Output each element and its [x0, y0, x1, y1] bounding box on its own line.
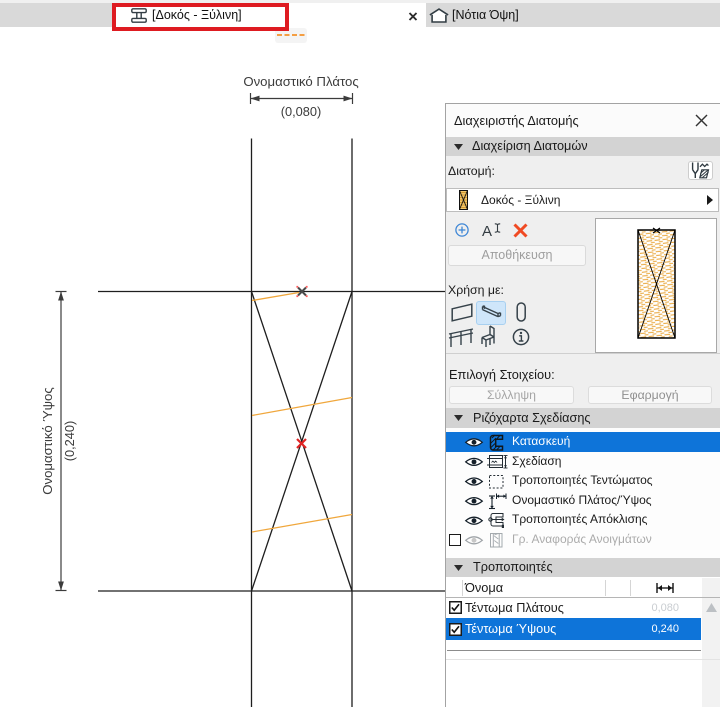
svg-text:Ονομαστικό Πλάτος: Ονομαστικό Πλάτος — [243, 74, 358, 89]
svg-text:Ονομαστικό Ύψος: Ονομαστικό Ύψος — [40, 387, 55, 495]
svg-text:(0,240): (0,240) — [62, 421, 77, 462]
svg-text:(0,080): (0,080) — [281, 104, 322, 119]
